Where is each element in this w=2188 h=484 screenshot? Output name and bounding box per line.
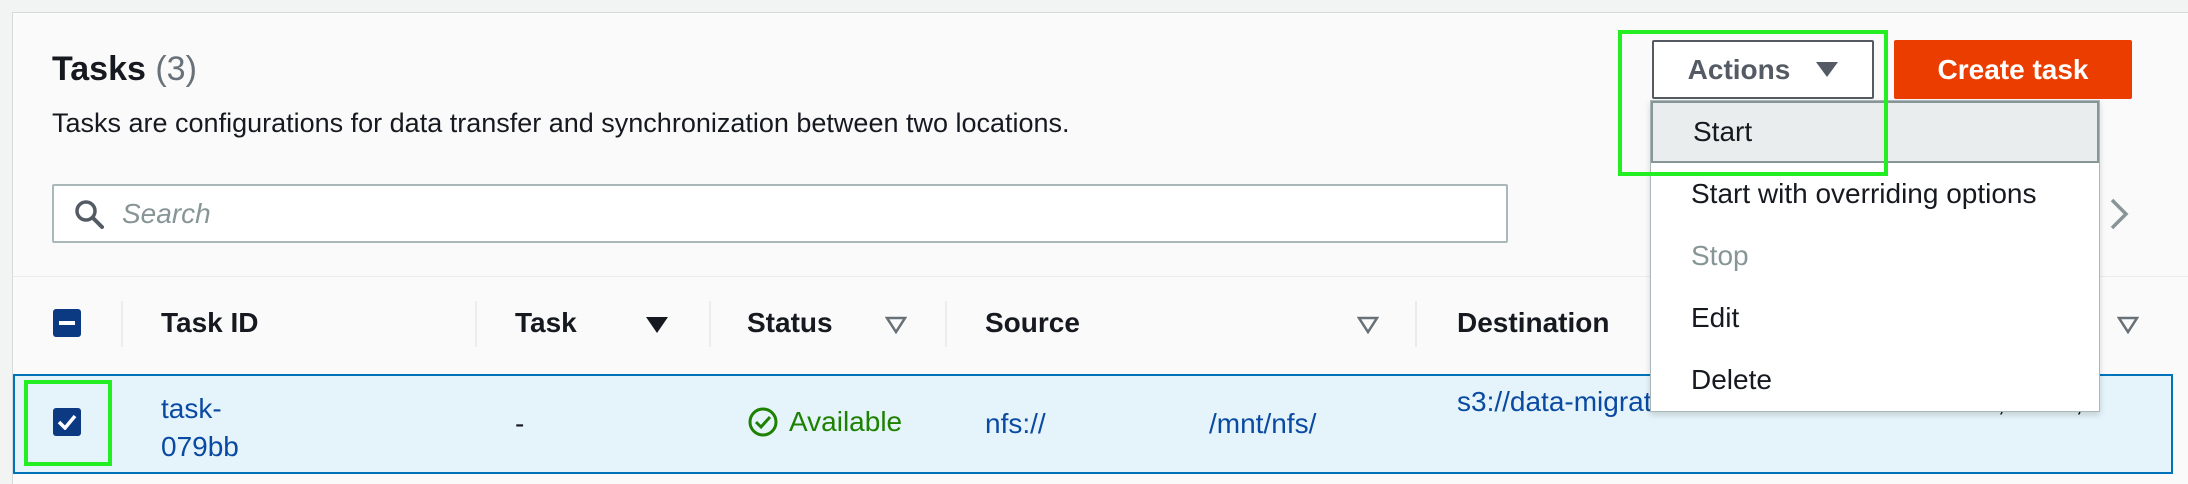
column-header-source[interactable]: Source — [985, 277, 1080, 369]
column-header-task[interactable]: Task — [515, 277, 577, 369]
sort-icon[interactable] — [1357, 316, 1379, 334]
sort-icon[interactable] — [885, 316, 907, 334]
sort-icon[interactable] — [2117, 316, 2139, 334]
menu-item-delete[interactable]: Delete — [1651, 349, 2099, 411]
actions-button[interactable]: Actions — [1652, 40, 1874, 99]
select-all-checkbox[interactable] — [53, 309, 81, 337]
search-input[interactable] — [122, 197, 1422, 230]
actions-dropdown-menu: Start Start with overriding options Stop… — [1650, 100, 2100, 412]
column-divider — [475, 301, 477, 347]
status-badge: Available — [747, 406, 902, 438]
source-scheme-link[interactable]: nfs:// — [985, 408, 1046, 440]
task-id-link[interactable]: task- 079bb — [161, 390, 239, 466]
page-title: Tasks (3) — [52, 50, 197, 89]
sort-descending-icon[interactable] — [645, 316, 669, 334]
check-circle-icon — [748, 407, 778, 437]
column-divider — [121, 301, 123, 347]
source-path-link[interactable]: /mnt/nfs/ — [1209, 408, 1316, 440]
column-divider — [1415, 301, 1417, 347]
actions-label: Actions — [1687, 53, 1791, 85]
title-text: Tasks — [52, 50, 146, 88]
caret-down-icon — [1816, 62, 1839, 77]
minus-icon — [59, 321, 75, 325]
column-divider — [945, 301, 947, 347]
column-header-status[interactable]: Status — [747, 277, 833, 369]
checkmark-icon — [57, 414, 77, 430]
task-id-line-2: 079bb — [161, 431, 239, 462]
task-id-line-1: task- — [161, 393, 222, 424]
column-header-destination[interactable]: Destination — [1457, 277, 1609, 369]
menu-item-stop: Stop — [1691, 240, 1749, 271]
menu-item-start[interactable]: Start — [1651, 101, 2099, 163]
column-divider — [709, 301, 711, 347]
column-header-task-id[interactable]: Task ID — [161, 277, 259, 369]
page-description: Tasks are configurations for data transf… — [52, 108, 1070, 138]
task-name: - — [515, 408, 525, 439]
task-count: (3) — [155, 50, 197, 88]
menu-item-start-with-overriding-options[interactable]: Start with overriding options — [1651, 163, 2099, 225]
row-checkbox[interactable] — [53, 408, 81, 436]
status-text: Available — [789, 406, 903, 437]
create-task-button[interactable]: Create task — [1894, 40, 2132, 99]
chevron-right-icon[interactable] — [2108, 196, 2132, 232]
search-field[interactable] — [52, 184, 1508, 243]
search-icon — [75, 199, 104, 229]
menu-item-edit[interactable]: Edit — [1651, 287, 2099, 349]
